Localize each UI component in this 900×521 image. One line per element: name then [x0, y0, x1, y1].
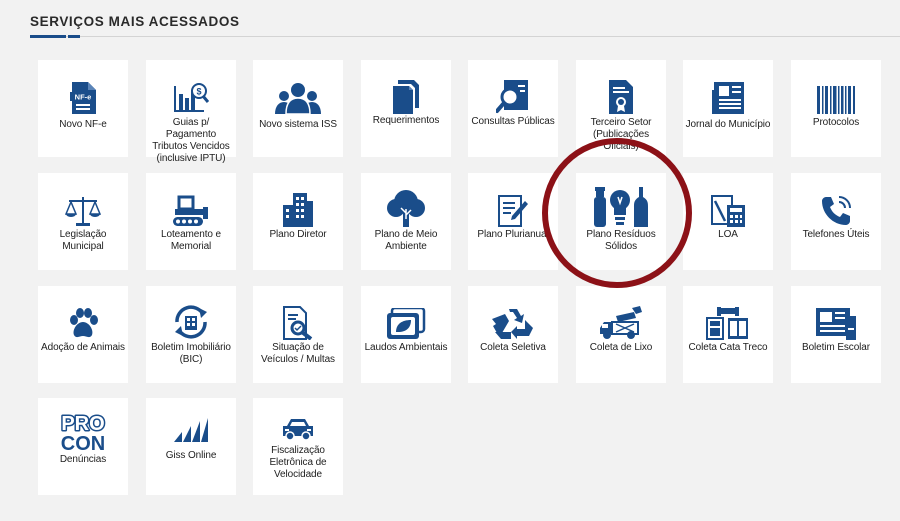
procon-top-text: PRO: [61, 413, 104, 435]
service-label: Giss Online: [165, 450, 217, 461]
service-label: Telefones Úteis: [802, 229, 870, 240]
document-pen-icon: [468, 189, 558, 227]
title-underline: [30, 35, 66, 38]
people-group-icon: [253, 76, 343, 114]
service-card-consultas-publicas[interactable]: Consultas Públicas: [468, 60, 558, 157]
service-card-laudos-ambientais[interactable]: Laudos Ambientais: [361, 286, 451, 383]
service-card-giss-online[interactable]: Giss Online: [146, 398, 236, 495]
service-label: Loteamento e Memorial: [161, 229, 221, 252]
service-label: Terceiro Setor (Publicações Oficiais): [590, 117, 652, 152]
service-label: Situação de Veículos / Multas: [261, 342, 335, 365]
nfe-document-icon: NF-e: [38, 76, 128, 114]
service-card-meio-ambiente[interactable]: Plano de Meio Ambiente: [361, 173, 451, 270]
service-card-terceiro-setor[interactable]: Terceiro Setor (Publicações Oficiais): [576, 60, 666, 157]
service-card-residuos-solidos[interactable]: Plano Resíduos Sólidos: [576, 173, 666, 270]
service-label: LOA: [718, 229, 738, 240]
service-label: Plano Resíduos Sólidos: [586, 229, 656, 252]
service-card-fiscalizacao-velocidade[interactable]: Fiscalização Eletrônica de Velocidade: [253, 398, 343, 495]
svg-text:$: $: [196, 87, 201, 97]
document-calculator-icon: [683, 189, 773, 227]
service-label: Coleta Cata Treco: [688, 342, 768, 353]
service-card-plano-plurianual[interactable]: Plano Plurianual: [468, 173, 558, 270]
service-card-plano-diretor[interactable]: Plano Diretor: [253, 173, 343, 270]
search-document-icon: [468, 76, 558, 114]
service-label: Adoção de Animais: [41, 342, 125, 353]
service-label: Laudos Ambientais: [364, 342, 448, 353]
nfe-icon-text: NF-e: [75, 93, 92, 102]
service-card-coleta-seletiva[interactable]: Coleta Seletiva: [468, 286, 558, 383]
report-card-icon: [791, 302, 881, 340]
service-card-loteamento[interactable]: Loteamento e Memorial: [146, 173, 236, 270]
newspaper-icon: [683, 76, 773, 114]
service-card-denuncias[interactable]: PRO CON Denúncias: [38, 398, 128, 495]
document-magnifier-icon: [253, 302, 343, 340]
tree-icon: [361, 189, 451, 227]
service-card-cata-treco[interactable]: Coleta Cata Treco: [683, 286, 773, 383]
service-label: Consultas Públicas: [471, 116, 555, 127]
service-card-protocolos[interactable]: Protocolos: [791, 60, 881, 157]
procon-logo-icon: PRO CON: [38, 410, 128, 452]
certificate-document-icon: [576, 76, 666, 114]
service-card-jornal-municipio[interactable]: Jornal do Município: [683, 60, 773, 157]
service-card-coleta-lixo[interactable]: Coleta de Lixo: [576, 286, 666, 383]
service-card-guias-pagamento[interactable]: $ Guias p/ Pagamento Tributos Vencidos (…: [146, 60, 236, 164]
recycle-icon: [468, 302, 558, 340]
service-card-boletim-imobiliario[interactable]: Boletim Imobiliário (BIC): [146, 286, 236, 383]
service-label: Plano de Meio Ambiente: [374, 229, 438, 252]
section-title: SERVIÇOS MAIS ACESSADOS: [30, 14, 240, 29]
header-divider: [30, 36, 900, 37]
service-card-novo-nfe[interactable]: NF-e Novo NF-e: [38, 60, 128, 157]
recyclables-icon: [576, 187, 666, 227]
service-label: Denúncias: [59, 454, 107, 465]
phone-icon: [791, 189, 881, 227]
service-label: Plano Plurianual: [477, 229, 549, 240]
car-icon: [253, 412, 343, 440]
service-label: Jornal do Município: [685, 119, 771, 130]
procon-bottom-text: CON: [61, 433, 105, 452]
service-label: Guias p/ Pagamento Tributos Vencidos (in…: [152, 117, 230, 164]
service-card-situacao-veiculos[interactable]: Situação de Veículos / Multas: [253, 286, 343, 383]
service-label: Boletim Imobiliário (BIC): [151, 342, 231, 365]
service-label: Legislação Municipal: [59, 229, 107, 252]
bulldozer-icon: [146, 189, 236, 227]
service-label: Novo NF-e: [59, 119, 107, 130]
service-label: Coleta Seletiva: [480, 342, 546, 353]
leaf-screen-icon: [361, 302, 451, 340]
service-card-requerimentos[interactable]: Requerimentos: [361, 60, 451, 157]
service-label: Novo sistema ISS: [259, 119, 337, 130]
service-card-legislacao-municipal[interactable]: Legislação Municipal: [38, 173, 128, 270]
service-label: Plano Diretor: [269, 229, 327, 240]
bar-chart-coin-icon: $: [146, 76, 236, 114]
service-label: Fiscalização Eletrônica de Velocidade: [269, 445, 327, 480]
barcode-icon: [791, 76, 881, 114]
title-underline-accent: [68, 35, 80, 38]
service-label: Boletim Escolar: [802, 342, 870, 353]
service-label: Coleta de Lixo: [589, 342, 653, 353]
service-card-novo-sistema-iss[interactable]: Novo sistema ISS: [253, 60, 343, 157]
service-card-loa[interactable]: LOA: [683, 173, 773, 270]
section-header: SERVIÇOS MAIS ACESSADOS: [30, 14, 240, 29]
garbage-truck-icon: [576, 302, 666, 340]
service-card-adocao-animais[interactable]: Adoção de Animais: [38, 286, 128, 383]
paw-icon: [38, 302, 128, 340]
furniture-icon: [683, 302, 773, 340]
giss-bars-icon: [146, 414, 236, 442]
scales-icon: [38, 189, 128, 227]
buildings-icon: [253, 189, 343, 227]
service-card-telefones-uteis[interactable]: Telefones Úteis: [791, 173, 881, 270]
service-card-boletim-escolar[interactable]: Boletim Escolar: [791, 286, 881, 383]
documents-stack-icon: [361, 76, 451, 114]
service-label: Protocolos: [812, 117, 860, 128]
building-refresh-icon: [146, 302, 236, 340]
service-label: Requerimentos: [372, 115, 440, 126]
